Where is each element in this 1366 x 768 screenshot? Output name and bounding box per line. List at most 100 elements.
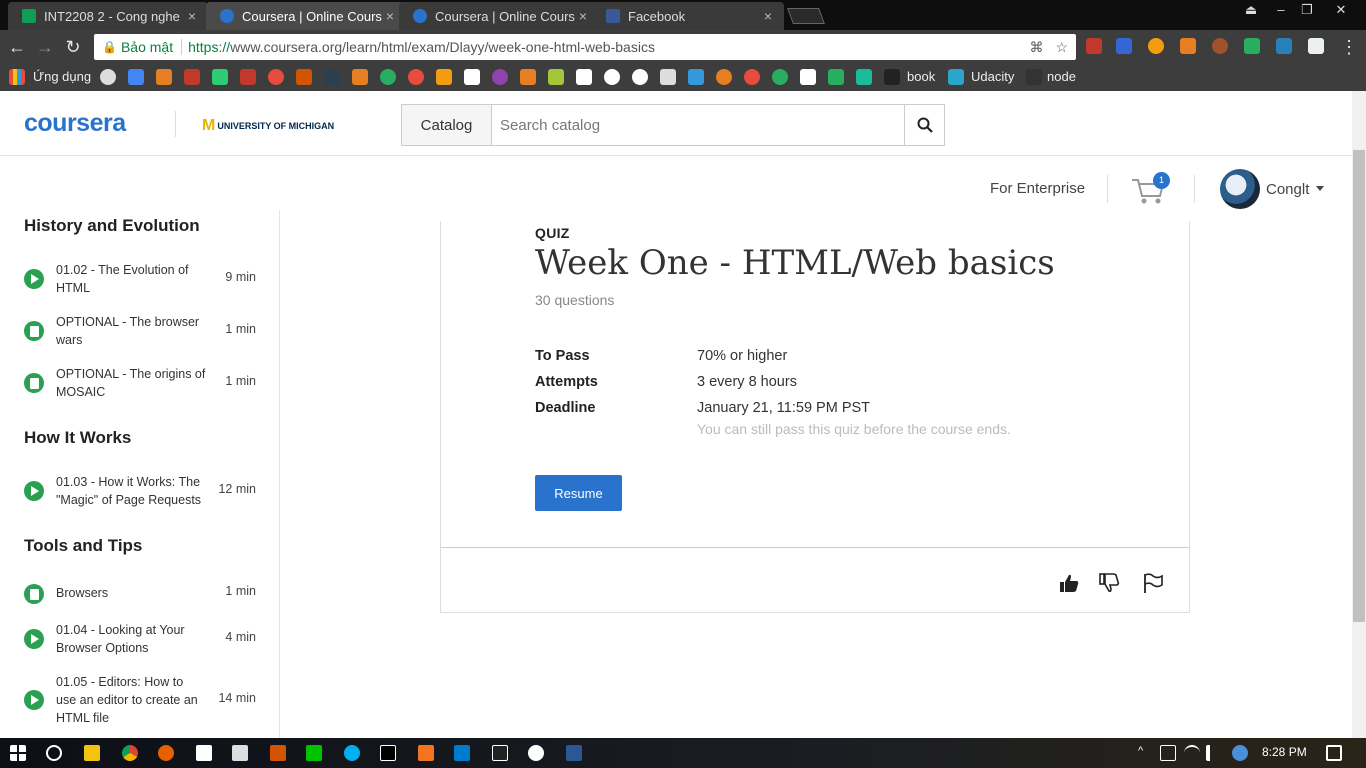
udacity-icon[interactable] <box>948 69 964 85</box>
arrow-left-icon[interactable]: ← <box>6 36 28 58</box>
firefox-icon[interactable] <box>158 745 174 761</box>
thumbs-down-icon[interactable] <box>1098 572 1120 594</box>
bookmark-book[interactable]: book <box>907 69 935 84</box>
wifi-icon[interactable] <box>1184 745 1200 761</box>
bookmark-udacity[interactable]: Udacity <box>971 69 1014 84</box>
file-explorer-icon[interactable] <box>84 745 100 761</box>
catalog-button[interactable]: Catalog <box>402 105 492 145</box>
profile-icon[interactable]: ⏏ <box>1236 0 1266 22</box>
bookmark-icon[interactable] <box>828 69 844 85</box>
close-icon[interactable]: × <box>382 8 398 24</box>
mail-icon[interactable] <box>196 745 212 761</box>
username[interactable]: Conglt <box>1266 181 1309 198</box>
university-logo[interactable]: M UNIVERSITY OF MICHIGAN <box>202 117 334 135</box>
close-icon[interactable]: × <box>184 8 200 24</box>
browser-tab-4[interactable]: Facebook × <box>592 2 784 30</box>
bookmark-node[interactable]: node <box>1047 69 1076 84</box>
bookmark-icon[interactable] <box>884 69 900 85</box>
gitlab-icon[interactable] <box>352 69 368 85</box>
bookmark-icon[interactable] <box>800 69 816 85</box>
xampp-icon[interactable] <box>418 745 434 761</box>
bookmark-icon[interactable] <box>772 69 788 85</box>
intellij-icon[interactable] <box>380 745 396 761</box>
app-icon[interactable] <box>232 745 248 761</box>
translate-icon[interactable]: ⌘ <box>1029 39 1043 56</box>
android-icon[interactable] <box>548 69 564 85</box>
app-icon[interactable] <box>528 745 544 761</box>
medium-icon[interactable] <box>464 69 480 85</box>
reload-icon[interactable]: ↻ <box>62 36 84 58</box>
kebab-menu-icon[interactable]: ⋮ <box>1338 36 1360 58</box>
new-tab-button[interactable] <box>787 8 825 24</box>
skype-icon[interactable] <box>344 745 360 761</box>
star-icon[interactable]: ☆ <box>1055 39 1068 56</box>
maps-icon[interactable] <box>380 69 396 85</box>
ublock-icon[interactable] <box>1086 38 1102 54</box>
thumbs-up-icon[interactable] <box>1058 572 1080 594</box>
hackerrank-icon[interactable] <box>296 69 312 85</box>
vscode-icon[interactable] <box>454 745 470 761</box>
extension-icon[interactable] <box>1180 38 1196 54</box>
dashlane-icon[interactable] <box>1116 38 1132 54</box>
battery-icon[interactable] <box>1160 745 1176 761</box>
browser-tab-2[interactable]: Coursera | Online Course × <box>206 2 406 30</box>
bookmark-apps[interactable]: Ứng dụng <box>33 69 91 84</box>
bookmark-icon[interactable] <box>632 69 648 85</box>
apps-icon[interactable] <box>9 69 25 85</box>
app-icon[interactable] <box>566 745 582 761</box>
language-icon[interactable] <box>1232 745 1248 761</box>
bookmark-icon[interactable] <box>240 69 256 85</box>
search-button[interactable] <box>904 105 944 145</box>
bookmark-icon[interactable] <box>492 69 508 85</box>
window-close-icon[interactable]: ✕ <box>1326 0 1356 22</box>
chevron-down-icon[interactable] <box>1316 186 1324 191</box>
notification-icon[interactable] <box>1326 745 1342 761</box>
bookmark-icon[interactable] <box>100 69 116 85</box>
bookmark-icon[interactable] <box>156 69 172 85</box>
extension-icon[interactable] <box>1212 38 1228 54</box>
chrome-icon[interactable] <box>122 745 138 761</box>
bookmark-icon[interactable] <box>604 69 620 85</box>
extension-icon[interactable] <box>1244 38 1260 54</box>
volume-icon[interactable] <box>1206 745 1222 761</box>
bookmark-icon[interactable] <box>128 69 144 85</box>
omnibox[interactable]: 🔒 Bảo mật https:// www.coursera.org/lear… <box>94 34 1076 60</box>
bookmark-icon[interactable] <box>520 69 536 85</box>
bookmark-icon[interactable] <box>688 69 704 85</box>
resume-button[interactable]: Resume <box>535 475 622 511</box>
line-icon[interactable] <box>306 745 322 761</box>
phpstorm-icon[interactable] <box>492 745 508 761</box>
browser-tab-3[interactable]: Coursera | Online Course × <box>399 2 599 30</box>
avatar[interactable] <box>1220 169 1260 209</box>
stackoverflow-icon[interactable] <box>436 69 452 85</box>
bookmark-icon[interactable] <box>268 69 284 85</box>
browser-tab-1[interactable]: INT2208 2 - Cong nghe p × <box>8 2 208 30</box>
quora-icon[interactable] <box>408 69 424 85</box>
bookmark-icon[interactable] <box>212 69 228 85</box>
bookmark-icon[interactable] <box>744 69 760 85</box>
extension-icon[interactable] <box>1276 38 1292 54</box>
extension-icon[interactable] <box>1308 38 1324 54</box>
bookmark-icon[interactable] <box>716 69 732 85</box>
divider <box>175 111 176 137</box>
restore-icon[interactable]: ❐ <box>1292 0 1322 22</box>
bookmark-icon[interactable] <box>324 69 340 85</box>
flag-icon[interactable] <box>1142 572 1164 594</box>
extension-icon[interactable] <box>1148 38 1164 54</box>
bookmark-icon[interactable] <box>856 69 872 85</box>
search-icon[interactable] <box>46 745 62 761</box>
coursera-logo[interactable]: coursera <box>24 109 126 138</box>
close-icon[interactable]: × <box>760 8 776 24</box>
windows-start-icon[interactable] <box>10 745 26 761</box>
sublime-icon[interactable] <box>270 745 286 761</box>
bookmark-icon[interactable] <box>184 69 200 85</box>
bookmark-icon[interactable] <box>576 69 592 85</box>
bookmark-icon[interactable] <box>660 69 676 85</box>
search-input[interactable] <box>492 105 904 145</box>
for-enterprise-link[interactable]: For Enterprise <box>990 180 1085 197</box>
scrollbar-thumb[interactable] <box>1353 150 1365 622</box>
bookmark-icon[interactable] <box>1026 69 1042 85</box>
close-icon[interactable]: × <box>575 8 591 24</box>
chevron-up-icon[interactable]: ^ <box>1138 745 1154 761</box>
arrow-right-icon[interactable]: → <box>34 36 56 58</box>
